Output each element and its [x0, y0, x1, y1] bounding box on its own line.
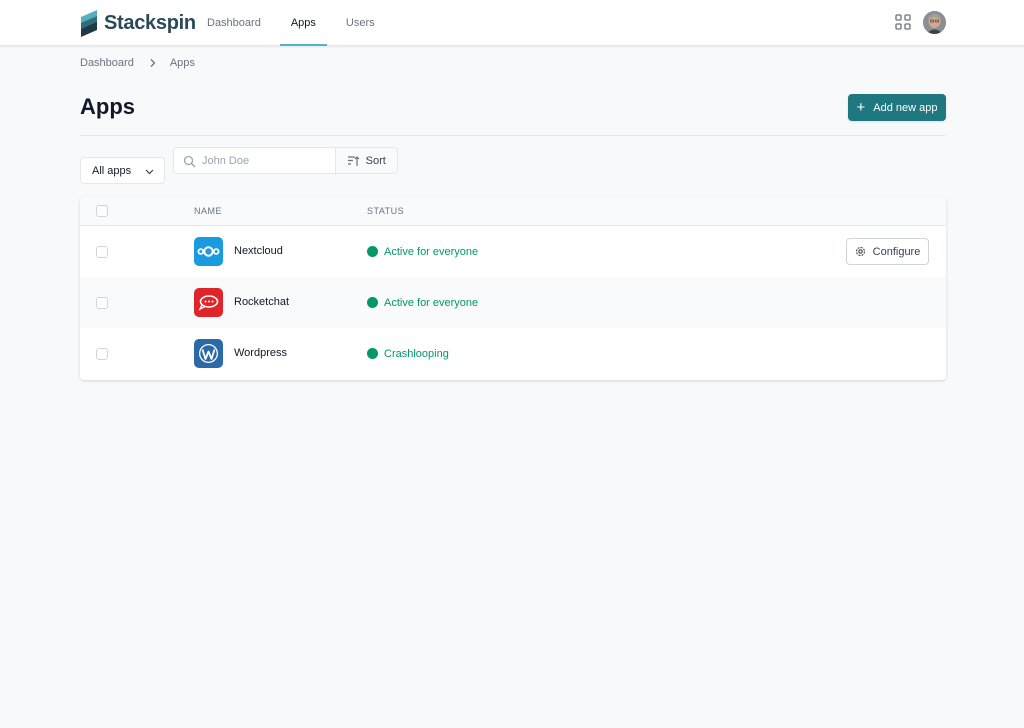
- apps-filter-select[interactable]: All apps: [80, 157, 165, 184]
- user-avatar[interactable]: [923, 11, 946, 34]
- configure-label: Configure: [872, 245, 921, 258]
- table-row[interactable]: Wordpress Crashlooping: [80, 328, 946, 379]
- column-header-status: STATUS: [367, 206, 405, 216]
- status-dot-icon: [367, 246, 378, 257]
- status-text: Crashlooping: [384, 347, 449, 360]
- search-icon: [183, 155, 196, 168]
- nav-users[interactable]: Users: [335, 0, 386, 46]
- stackspin-logo[interactable]: Stackspin: [79, 9, 196, 37]
- nav-apps[interactable]: Apps: [279, 0, 327, 46]
- select-all-checkbox[interactable]: [96, 205, 108, 217]
- nextcloud-icon: [194, 237, 223, 266]
- configure-button[interactable]: Configure: [846, 238, 929, 265]
- chevron-down-icon: [145, 169, 154, 175]
- search-sort-group: Sort: [173, 147, 398, 174]
- table-row[interactable]: Nextcloud Active for everyone Configure: [80, 226, 946, 277]
- search-input[interactable]: [202, 148, 332, 173]
- top-navigation-bar: Stackspin Dashboard Apps Users: [0, 0, 1024, 46]
- breadcrumb-dashboard[interactable]: Dashboard: [80, 57, 134, 69]
- table-header: NAME STATUS: [80, 197, 946, 226]
- main-nav: Dashboard Apps Users: [196, 0, 394, 46]
- apps-table: NAME STATUS Nextcloud Active for everyon…: [80, 197, 946, 380]
- status-dot-icon: [367, 297, 378, 308]
- sort-button[interactable]: Sort: [335, 148, 397, 173]
- app-name: Wordpress: [234, 347, 287, 359]
- row-checkbox[interactable]: [96, 348, 108, 360]
- breadcrumb-apps[interactable]: Apps: [170, 57, 195, 69]
- avatar-image: [923, 11, 946, 34]
- table-row[interactable]: Rocketchat Active for everyone: [80, 277, 946, 328]
- status-cell: Crashlooping: [367, 328, 449, 379]
- plus-icon: +: [856, 98, 866, 116]
- add-new-app-label: Add new app: [873, 101, 938, 114]
- status-cell: Active for everyone: [367, 277, 478, 328]
- apps-filter-value: All apps: [92, 164, 132, 177]
- column-header-name: NAME: [194, 206, 223, 216]
- app-name: Rocketchat: [234, 296, 290, 308]
- status-text: Active for everyone: [384, 245, 479, 258]
- page-title: Apps: [80, 94, 135, 119]
- wordpress-icon: [194, 339, 223, 368]
- add-new-app-button[interactable]: + Add new app: [848, 94, 946, 121]
- gear-icon: [855, 246, 865, 257]
- sort-label: Sort: [365, 154, 386, 167]
- row-checkbox[interactable]: [96, 297, 108, 309]
- status-text: Active for everyone: [384, 296, 479, 309]
- row-checkbox[interactable]: [96, 246, 108, 258]
- brand-name: Stackspin: [104, 12, 196, 34]
- grid-icon[interactable]: [895, 14, 911, 30]
- header-divider: [80, 135, 946, 136]
- nav-dashboard[interactable]: Dashboard: [196, 0, 272, 46]
- status-dot-icon: [367, 348, 378, 359]
- breadcrumb: Dashboard Apps: [80, 57, 195, 69]
- app-name: Nextcloud: [234, 245, 283, 257]
- rocketchat-icon: [194, 288, 223, 317]
- sort-icon: [347, 155, 360, 166]
- stackspin-logo-icon: [81, 10, 97, 37]
- status-cell: Active for everyone: [367, 226, 478, 277]
- search-field: [174, 148, 336, 173]
- chevron-right-icon: [150, 59, 156, 67]
